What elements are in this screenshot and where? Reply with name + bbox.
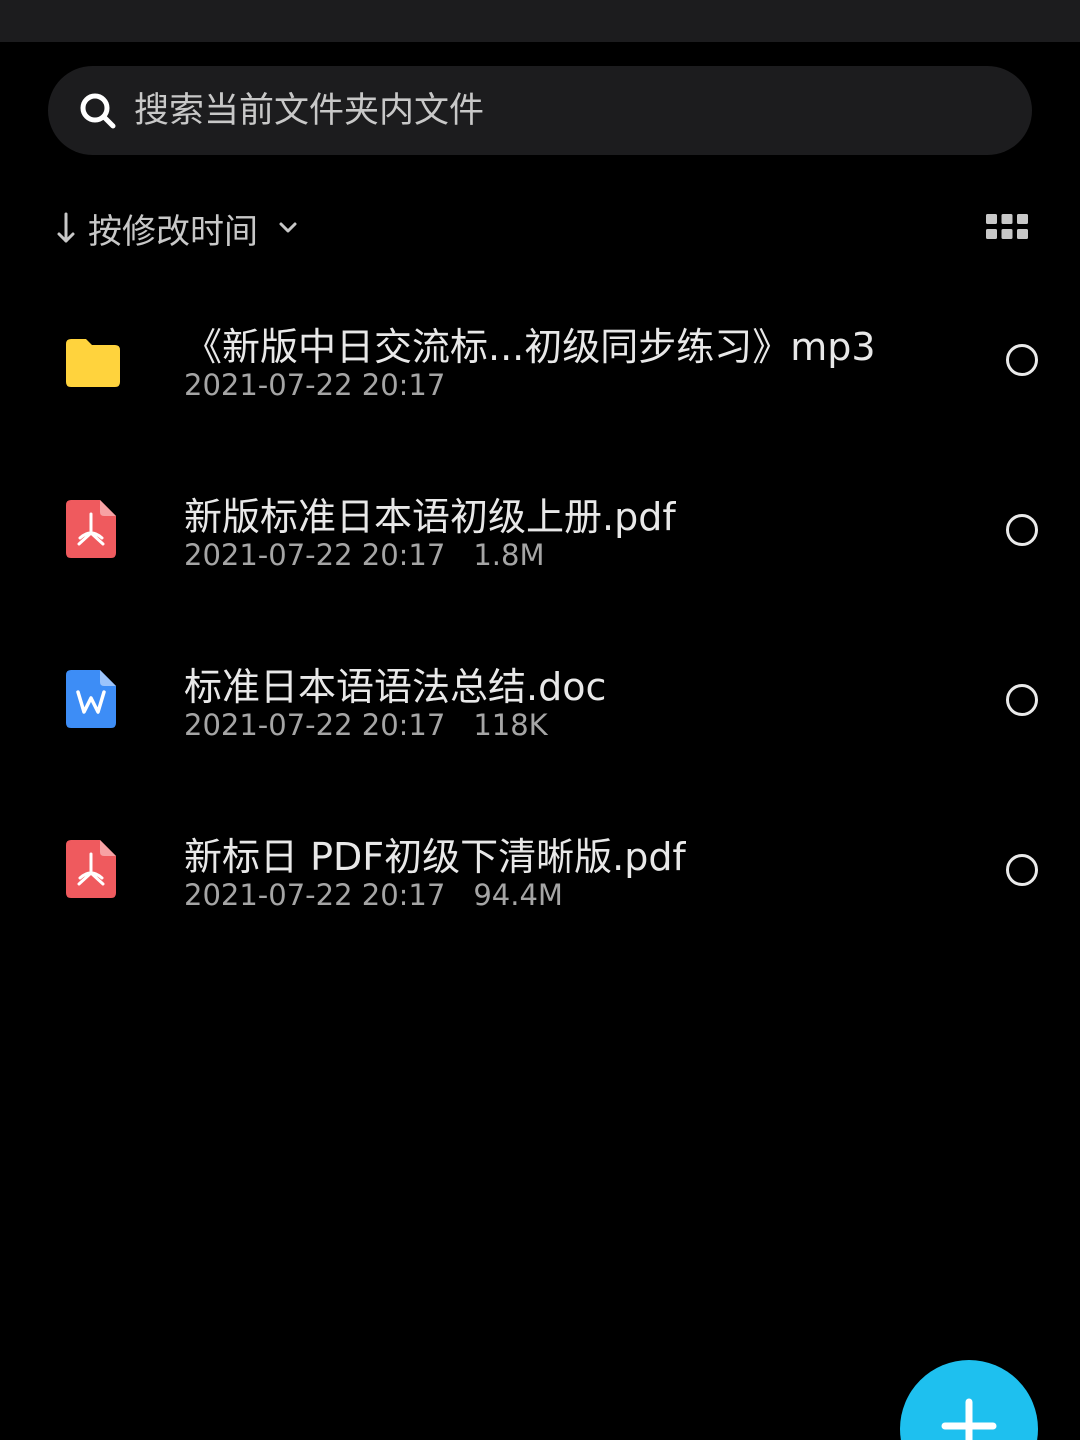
search-icon — [80, 93, 116, 128]
folder-icon — [66, 339, 120, 387]
file-date: 2021-07-22 20:17 — [184, 368, 446, 402]
file-meta: 2021-07-22 20:17 118K — [184, 708, 548, 742]
file-name: 标准日本语语法总结.doc — [184, 665, 607, 709]
file-size: 1.8M — [473, 538, 545, 572]
file-size: 94.4M — [473, 878, 563, 912]
list-item[interactable]: 标准日本语语法总结.doc 2021-07-22 20:17 118K — [0, 616, 1080, 786]
file-date: 2021-07-22 20:17 — [184, 538, 446, 572]
file-name: 《新版中日交流标...初级同步练习》mp3 — [184, 325, 876, 369]
file-name: 新版标准日本语初级上册.pdf — [184, 495, 676, 539]
plus-icon — [941, 1398, 997, 1440]
chevron-down-icon — [279, 222, 297, 233]
top-bar — [0, 0, 1080, 42]
search-input[interactable] — [132, 79, 956, 142]
file-date: 2021-07-22 20:17 — [184, 708, 446, 742]
file-size: 118K — [473, 708, 548, 742]
file-meta: 2021-07-22 20:17 1.8M — [184, 538, 544, 572]
file-meta: 2021-07-22 20:17 94.4M — [184, 878, 563, 912]
add-button[interactable] — [900, 1360, 1038, 1440]
list-item[interactable]: 新标日 PDF初级下清晰版.pdf 2021-07-22 20:17 94.4M — [0, 786, 1080, 956]
file-name: 新标日 PDF初级下清晰版.pdf — [184, 835, 686, 879]
word-file-icon — [66, 670, 116, 728]
search-bar[interactable] — [48, 66, 1032, 155]
file-browser-page: 按修改时间 《新版中日交流标...初级同步练习》mp3 2021-07-22 2… — [0, 0, 1080, 1440]
file-date: 2021-07-22 20:17 — [184, 878, 446, 912]
file-meta: 2021-07-22 20:17 — [184, 368, 445, 402]
select-radio[interactable] — [1006, 344, 1038, 376]
list-item[interactable]: 新版标准日本语初级上册.pdf 2021-07-22 20:17 1.8M — [0, 446, 1080, 616]
pdf-file-icon — [66, 840, 116, 898]
sort-selector[interactable]: 按修改时间 — [54, 200, 300, 256]
list-item[interactable]: 《新版中日交流标...初级同步练习》mp3 2021-07-22 20:17 — [0, 276, 1080, 446]
file-list: 《新版中日交流标...初级同步练习》mp3 2021-07-22 20:17 新… — [0, 276, 1080, 956]
select-radio[interactable] — [1006, 684, 1038, 716]
arrow-down-icon — [57, 212, 75, 243]
pdf-file-icon — [66, 500, 116, 558]
grid-icon[interactable] — [984, 212, 1030, 242]
select-radio[interactable] — [1006, 514, 1038, 546]
select-radio[interactable] — [1006, 854, 1038, 886]
sort-label: 按修改时间 — [88, 211, 258, 252]
